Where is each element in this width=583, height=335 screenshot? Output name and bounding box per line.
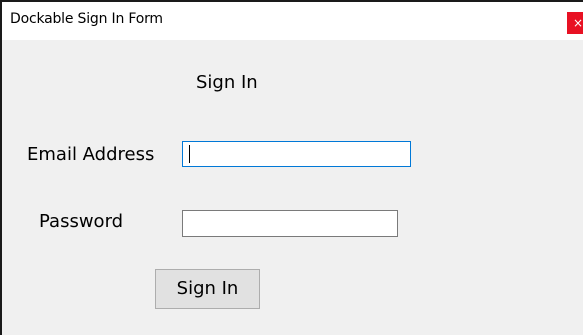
sign-in-button[interactable]: Sign In — [155, 269, 260, 309]
password-label: Password — [39, 211, 124, 232]
text-caret — [189, 145, 190, 163]
close-button[interactable]: × — [567, 12, 583, 34]
email-label: Email Address — [27, 144, 155, 165]
password-field[interactable] — [182, 210, 398, 237]
form-heading: Sign In — [196, 72, 258, 93]
email-field[interactable] — [182, 141, 411, 167]
window-title: Dockable Sign In Form — [10, 11, 163, 27]
sign-in-window: Dockable Sign In Form × Sign In Email Ad… — [0, 0, 583, 335]
title-bar[interactable]: Dockable Sign In Form × — [2, 2, 583, 40]
